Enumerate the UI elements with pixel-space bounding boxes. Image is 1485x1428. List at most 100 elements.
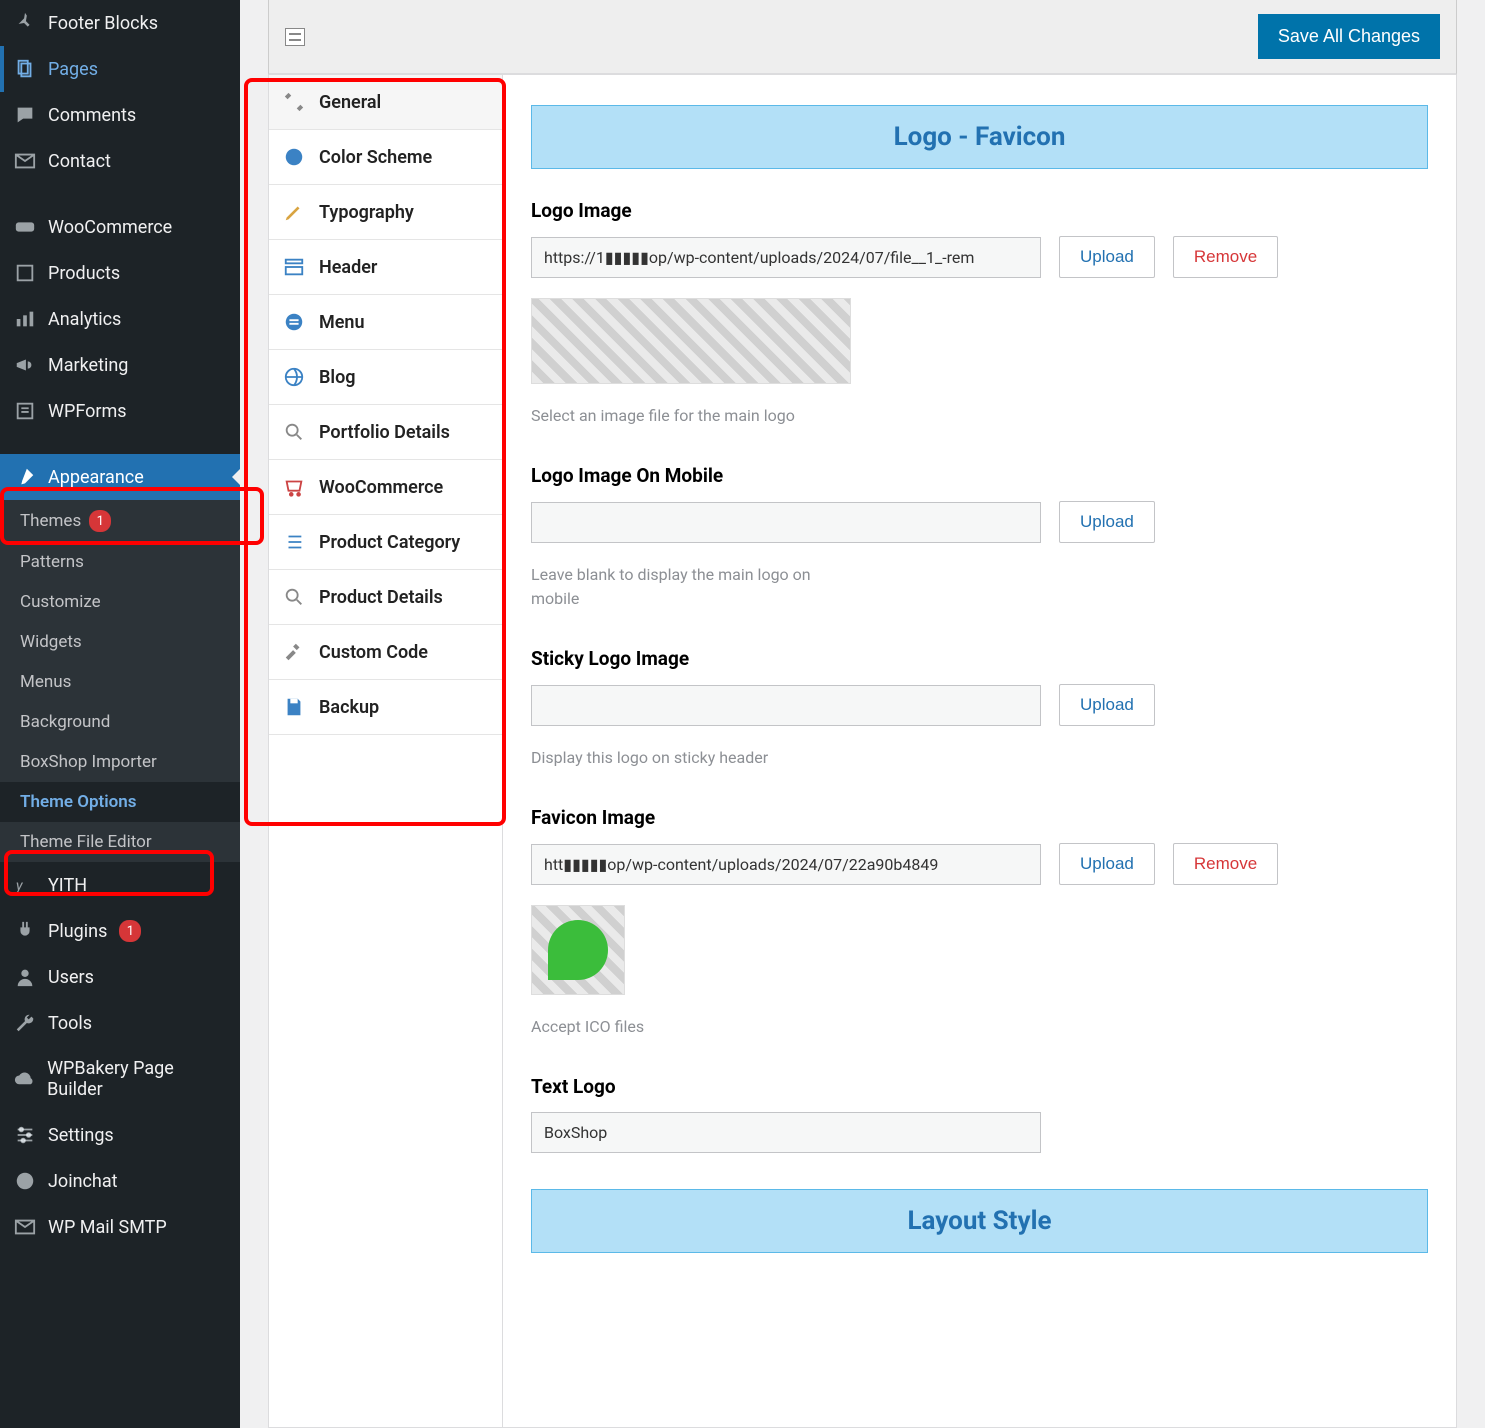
field-logo-mobile: Logo Image On Mobile Upload Leave blank … xyxy=(531,464,1428,611)
wp-menu-tools[interactable]: Tools xyxy=(0,1000,240,1046)
wp-menu-yith[interactable]: y YITH xyxy=(0,862,240,908)
collapse-icon[interactable] xyxy=(285,28,305,46)
wp-menu-settings[interactable]: Settings xyxy=(0,1112,240,1158)
svg-text:y: y xyxy=(15,877,24,895)
wp-menu-plugins[interactable]: Plugins 1 xyxy=(0,908,240,954)
remove-button[interactable]: Remove xyxy=(1173,843,1278,885)
wp-menu-pages[interactable]: Pages xyxy=(0,46,240,92)
menu-label: Analytics xyxy=(48,309,121,330)
submenu-label: Patterns xyxy=(20,552,84,572)
wrench-icon xyxy=(14,1012,36,1034)
menu-label: Footer Blocks xyxy=(48,13,158,34)
wp-menu-joinchat[interactable]: Joinchat xyxy=(0,1158,240,1204)
wp-menu-analytics[interactable]: Analytics xyxy=(0,296,240,342)
tab-label: Typography xyxy=(319,202,414,223)
favicon-preview xyxy=(531,905,625,995)
wp-menu-woocommerce[interactable]: WooCommerce xyxy=(0,204,240,250)
tab-woocommerce[interactable]: WooCommerce xyxy=(269,460,502,515)
wp-menu-marketing[interactable]: Marketing xyxy=(0,342,240,388)
tab-color-scheme[interactable]: Color Scheme xyxy=(269,130,502,185)
tab-blog[interactable]: Blog xyxy=(269,350,502,405)
favicon-input[interactable] xyxy=(531,844,1041,885)
field-logo-sticky: Sticky Logo Image Upload Display this lo… xyxy=(531,647,1428,770)
zoom-icon xyxy=(283,586,305,608)
tab-header[interactable]: Header xyxy=(269,240,502,295)
wp-menu-wpbakery-page-builder[interactable]: WPBakery Page Builder xyxy=(0,1046,240,1112)
submenu-label: BoxShop Importer xyxy=(20,752,157,772)
wp-menu-products[interactable]: Products xyxy=(0,250,240,296)
tab-menu[interactable]: Menu xyxy=(269,295,502,350)
theme-options-tabs: General Color Scheme Typography Header Menu B… xyxy=(268,75,503,1428)
menu-label: WPBakery Page Builder xyxy=(47,1058,226,1100)
tab-label: Menu xyxy=(319,312,365,333)
zoom-icon xyxy=(283,421,305,443)
remove-button[interactable]: Remove xyxy=(1173,236,1278,278)
tab-label: Header xyxy=(319,257,377,278)
wp-submenu-boxshop-importer[interactable]: BoxShop Importer xyxy=(0,742,240,782)
cloud-icon xyxy=(14,1068,35,1090)
logo-mobile-input[interactable] xyxy=(531,502,1041,543)
tab-general[interactable]: General xyxy=(269,75,502,130)
tab-label: Product Details xyxy=(319,587,443,608)
tab-label: General xyxy=(319,92,381,113)
brush-icon xyxy=(14,466,36,488)
tab-label: Blog xyxy=(319,367,356,388)
save-all-button[interactable]: Save All Changes xyxy=(1258,14,1440,59)
tab-label: Color Scheme xyxy=(319,147,432,168)
field-label: Logo Image xyxy=(531,199,1428,222)
upload-button[interactable]: Upload xyxy=(1059,684,1155,726)
wp-menu-footer-blocks[interactable]: Footer Blocks xyxy=(0,0,240,46)
product-icon xyxy=(14,262,36,284)
menu-label: WP Mail SMTP xyxy=(48,1217,167,1238)
upload-button[interactable]: Upload xyxy=(1059,501,1155,543)
update-badge: 1 xyxy=(119,920,141,942)
wp-submenu-patterns[interactable]: Patterns xyxy=(0,542,240,582)
menu-label: Pages xyxy=(48,59,98,80)
menu-label: Joinchat xyxy=(48,1171,118,1192)
wp-submenu-widgets[interactable]: Widgets xyxy=(0,622,240,662)
menu-label: YITH xyxy=(48,875,87,896)
tab-product-category[interactable]: Product Category xyxy=(269,515,502,570)
menu-label: Plugins xyxy=(48,921,107,942)
wp-menu-users[interactable]: Users xyxy=(0,954,240,1000)
section-logo-favicon: Logo - Favicon xyxy=(531,105,1428,169)
logo-image-input[interactable] xyxy=(531,237,1041,278)
menu-label: Users xyxy=(48,967,94,988)
tab-backup[interactable]: Backup xyxy=(269,680,502,735)
form-icon xyxy=(14,400,36,422)
menu-label: Tools xyxy=(48,1013,92,1034)
palette-icon xyxy=(283,146,305,168)
wp-submenu-themes[interactable]: Themes 1 xyxy=(0,500,240,542)
tab-label: Product Category xyxy=(319,532,460,553)
upload-button[interactable]: Upload xyxy=(1059,236,1155,278)
tab-label: Backup xyxy=(319,697,379,718)
field-help: Display this logo on sticky header xyxy=(531,746,851,770)
submenu-label: Themes xyxy=(20,511,81,531)
wp-submenu-background[interactable]: Background xyxy=(0,702,240,742)
wp-menu-contact[interactable]: Contact xyxy=(0,138,240,184)
wp-submenu-customize[interactable]: Customize xyxy=(0,582,240,622)
wp-menu-wpforms[interactable]: WPForms xyxy=(0,388,240,434)
wp-submenu-theme-file-editor[interactable]: Theme File Editor xyxy=(0,822,240,862)
tab-typography[interactable]: Typography xyxy=(269,185,502,240)
tab-label: Portfolio Details xyxy=(319,422,450,443)
tab-portfolio-details[interactable]: Portfolio Details xyxy=(269,405,502,460)
wp-menu-wp-mail-smtp[interactable]: WP Mail SMTP xyxy=(0,1204,240,1250)
logo-sticky-input[interactable] xyxy=(531,685,1041,726)
menu-label: Appearance xyxy=(48,467,144,488)
upload-button[interactable]: Upload xyxy=(1059,843,1155,885)
wp-submenu-theme-options[interactable]: Theme Options xyxy=(0,782,240,822)
chart-icon xyxy=(14,308,36,330)
tab-custom-code[interactable]: Custom Code xyxy=(269,625,502,680)
tab-label: Custom Code xyxy=(319,642,428,663)
update-badge: 1 xyxy=(89,510,111,532)
wp-menu-appearance[interactable]: Appearance xyxy=(0,454,240,500)
menu-label: WPForms xyxy=(48,401,127,422)
menu-label: Settings xyxy=(48,1125,114,1146)
field-text-logo: Text Logo xyxy=(531,1075,1428,1153)
section-layout-style: Layout Style xyxy=(531,1189,1428,1253)
text-logo-input[interactable] xyxy=(531,1112,1041,1153)
tab-product-details[interactable]: Product Details xyxy=(269,570,502,625)
wp-menu-comments[interactable]: Comments xyxy=(0,92,240,138)
wp-submenu-menus[interactable]: Menus xyxy=(0,662,240,702)
